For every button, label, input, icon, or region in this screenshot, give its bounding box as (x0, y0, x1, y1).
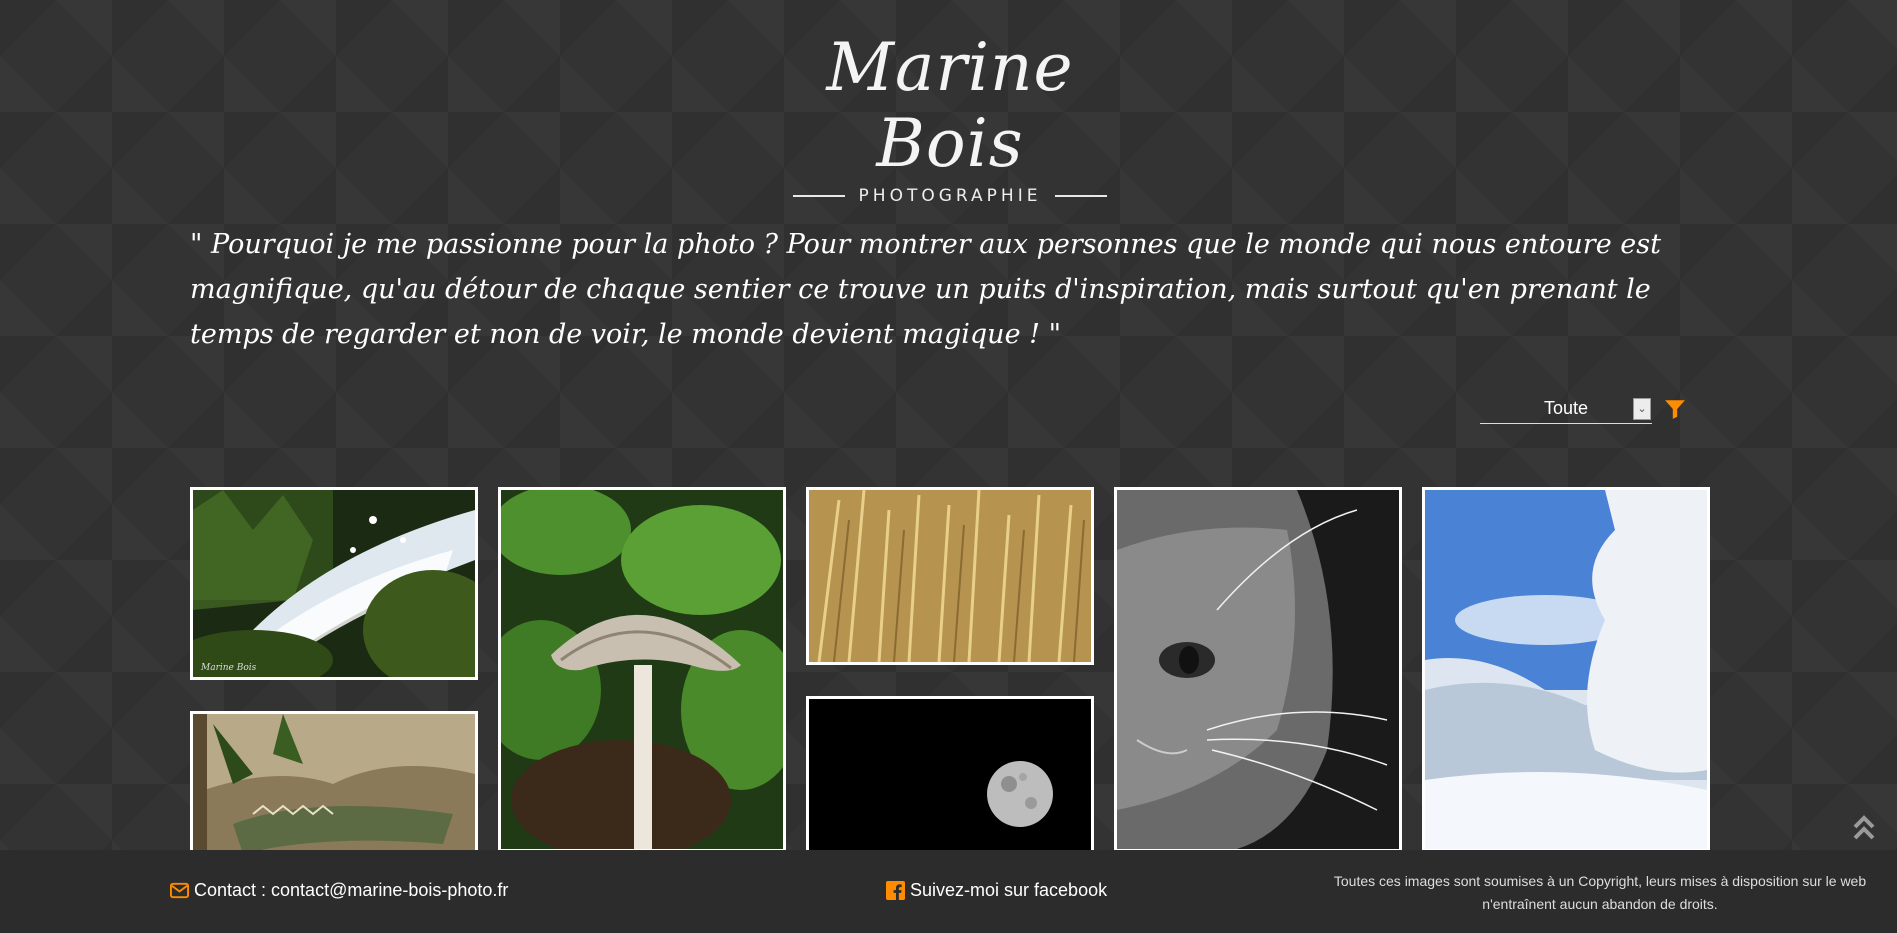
photo-moon[interactable] (806, 696, 1094, 850)
snow-forest-image (1425, 490, 1707, 849)
envelope-icon (170, 882, 189, 899)
photo-crocodile[interactable] (190, 711, 478, 850)
facebook-text: Suivez-moi sur facebook (910, 880, 1108, 900)
copyright-line-2: n'entraînent aucun abandon de droits. (1482, 896, 1718, 912)
site-footer: Contact : contact@marine-bois-photo.fr S… (0, 850, 1897, 933)
photo-gallery: Marine Bois (0, 0, 1897, 850)
copyright-notice: Toutes ces images sont soumises à un Cop… (1320, 870, 1880, 916)
facebook-icon (886, 881, 905, 900)
photo-mushroom[interactable] (498, 487, 786, 850)
copyright-line-1: Toutes ces images sont soumises à un Cop… (1333, 873, 1867, 889)
contact-link[interactable]: Contact : contact@marine-bois-photo.fr (170, 880, 508, 901)
contact-text: Contact : contact@marine-bois-photo.fr (194, 880, 509, 900)
photo-waterfall[interactable]: Marine Bois (190, 487, 478, 680)
crocodile-image (193, 714, 475, 850)
waterfall-image: Marine Bois (193, 490, 475, 677)
mushroom-image (501, 490, 783, 849)
wheat-image (809, 490, 1091, 662)
photo-cat[interactable] (1114, 487, 1402, 850)
cat-image (1117, 490, 1399, 849)
photo-snow-forest[interactable] (1422, 487, 1710, 850)
photo-wheat[interactable] (806, 487, 1094, 665)
moon-image (809, 699, 1091, 850)
photo-signature: Marine Bois (200, 663, 257, 673)
double-chevron-up-icon[interactable] (1852, 814, 1876, 842)
facebook-link[interactable]: Suivez-moi sur facebook (886, 880, 1107, 901)
